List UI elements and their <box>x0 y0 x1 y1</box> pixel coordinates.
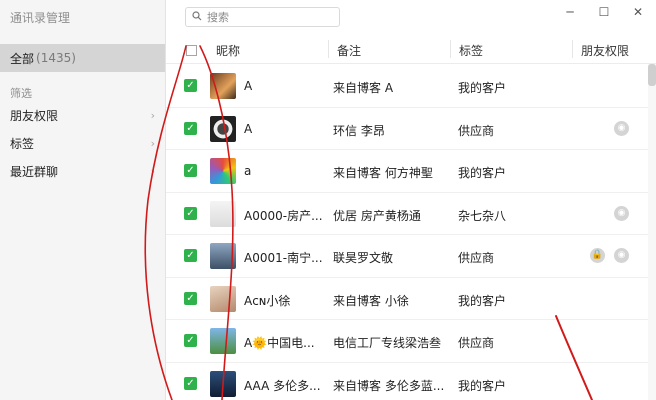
contact-nickname: A <box>244 79 253 93</box>
contact-tag: 我的客户 <box>458 81 507 95</box>
column-header-tag[interactable]: 标签 <box>459 42 483 59</box>
avatar <box>210 285 236 312</box>
row-checkbox[interactable]: ✓ <box>184 164 197 177</box>
avatar <box>210 73 236 99</box>
row-checkbox[interactable]: ✓ <box>184 249 197 262</box>
sidebar-title: 通讯录管理 <box>10 11 71 25</box>
table-row[interactable]: ✓ A0001-南宁... 联昊罗文敬 供应商 🔒 ◉ <box>166 235 648 278</box>
contact-remark: 来自博客 A <box>333 81 394 95</box>
table-row[interactable]: ✓ Aᴄɴ小徐 来自博客 小徐 我的客户 <box>166 278 648 320</box>
row-checkbox[interactable]: ✓ <box>184 376 197 390</box>
avatar <box>210 370 236 397</box>
contact-tag: 供应商 <box>458 336 495 350</box>
table-row[interactable]: ✓ A🌞中国电... 电信工厂专线梁浩叁 供应商 <box>166 320 648 363</box>
avatar <box>210 158 236 184</box>
contact-nickname: AAA 多伦多... <box>244 378 321 393</box>
scrollbar-thumb[interactable] <box>648 64 656 86</box>
avatar <box>210 115 236 142</box>
contact-nickname: A🌞中国电... <box>244 336 315 350</box>
contact-tag: 我的客户 <box>458 166 507 180</box>
search-icon <box>192 10 202 24</box>
contact-nickname: a <box>244 164 252 178</box>
column-divider <box>450 40 451 58</box>
maximize-button[interactable]: ☐ <box>590 2 618 22</box>
contact-remark: 来自博客 小徐 <box>333 293 409 308</box>
contact-tag: 供应商 <box>458 251 495 265</box>
avatar <box>210 200 236 227</box>
contact-nickname: Aᴄɴ小徐 <box>244 293 291 308</box>
lock-icon: 🔒 <box>590 248 605 263</box>
avatar <box>210 328 236 354</box>
column-header-remark[interactable]: 备注 <box>337 42 361 59</box>
contact-tag: 我的客户 <box>458 378 507 393</box>
row-checkbox[interactable]: ✓ <box>184 334 197 347</box>
sidebar-item-all[interactable]: 全部 (1435) <box>0 44 165 72</box>
row-checkbox[interactable]: ✓ <box>184 79 197 92</box>
row-checkbox[interactable]: ✓ <box>184 206 197 220</box>
contact-tag: 供应商 <box>458 123 495 138</box>
sidebar-item-label: 最近群聊 <box>10 164 59 179</box>
avatar <box>210 243 236 269</box>
row-checkbox[interactable]: ✓ <box>184 291 197 305</box>
contact-remark: 电信工厂专线梁浩叁 <box>333 336 442 350</box>
contact-remark: 优居 房产黄杨通 <box>333 208 421 223</box>
contact-table: ✓ A 来自博客 A 我的客户 ✓ A 环信 李昂 供应商 ◉ ✓ a 来自博客… <box>166 65 648 400</box>
scrollbar-track[interactable] <box>648 64 656 400</box>
minimize-button[interactable]: ─ <box>556 2 584 22</box>
moments-hidden-icon: ◉ <box>614 205 629 221</box>
sidebar-item-label: 标签 <box>10 136 35 151</box>
contact-remark: 环信 李昂 <box>333 123 385 138</box>
table-row[interactable]: ✓ A 来自博客 A 我的客户 <box>166 65 648 108</box>
column-header-permission[interactable]: 朋友权限 <box>581 42 629 59</box>
moments-hidden-icon: ◉ <box>614 120 629 136</box>
contact-nickname: A0000-房产... <box>244 208 323 223</box>
sidebar-item-label: 朋友权限 <box>10 108 59 123</box>
chevron-right-icon: › <box>150 108 155 122</box>
sidebar-item-all-label: 全部 <box>10 51 35 66</box>
column-divider <box>328 40 329 58</box>
filter-label: 筛选 <box>10 87 32 100</box>
contact-remark: 来自博客 何方神聖 <box>333 166 433 180</box>
chevron-right-icon: › <box>150 136 155 150</box>
moments-hidden-icon: ◉ <box>614 248 629 263</box>
close-button[interactable]: ✕ <box>624 2 652 22</box>
select-all-checkbox[interactable] <box>186 45 197 56</box>
contact-tag: 我的客户 <box>458 293 507 308</box>
sidebar: 通讯录管理 全部 (1435) 筛选 朋友权限 › 标签 › 最近群聊 › <box>0 0 166 400</box>
row-checkbox[interactable]: ✓ <box>184 121 197 135</box>
table-row[interactable]: ✓ A 环信 李昂 供应商 ◉ <box>166 108 648 150</box>
table-row[interactable]: ✓ A0000-房产... 优居 房产黄杨通 杂七杂八 ◉ <box>166 193 648 235</box>
contact-count: (1435) <box>36 51 76 65</box>
contact-remark: 来自博客 多伦多蓝... <box>333 378 445 393</box>
contact-tag: 杂七杂八 <box>458 208 507 223</box>
search-input[interactable] <box>207 10 327 24</box>
contact-remark: 联昊罗文敬 <box>333 251 394 265</box>
contact-nickname: A0001-南宁... <box>244 251 323 265</box>
table-row[interactable]: ✓ AAA 多伦多... 来自博客 多伦多蓝... 我的客户 <box>166 363 648 400</box>
column-divider <box>572 40 573 58</box>
table-row[interactable]: ✓ a 来自博客 何方神聖 我的客户 <box>166 150 648 193</box>
chevron-right-icon: › <box>150 164 155 178</box>
contact-nickname: A <box>244 121 253 136</box>
search-box[interactable] <box>185 7 340 27</box>
sidebar-item-recent-groups[interactable]: 最近群聊 › <box>0 158 165 184</box>
contact-list-panel: ─ ☐ ✕ 昵称 备注 标签 朋友权限 ✓ A 来自博客 A 我的客户 ✓ A … <box>166 0 656 400</box>
table-header: 昵称 备注 标签 朋友权限 <box>166 36 656 64</box>
column-header-nickname[interactable]: 昵称 <box>216 42 240 59</box>
sidebar-item-tags[interactable]: 标签 › <box>0 130 165 156</box>
sidebar-item-friend-permissions[interactable]: 朋友权限 › <box>0 102 165 128</box>
